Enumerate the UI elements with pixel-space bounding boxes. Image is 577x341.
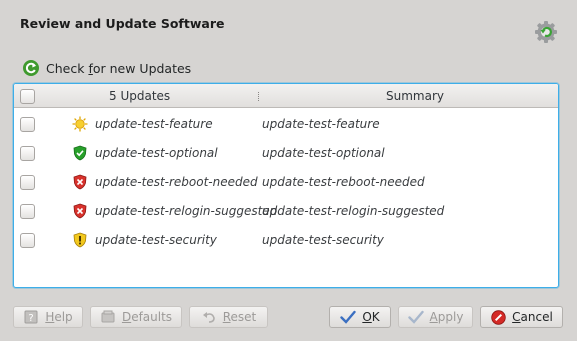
update-name: update-test-relogin-suggested <box>95 204 278 218</box>
cancel-label: Cancel <box>512 310 553 324</box>
check-for-updates-button[interactable]: Check for new Updates <box>22 58 191 78</box>
help-icon: ? <box>23 309 39 325</box>
help-label: Help <box>45 310 72 324</box>
cancel-label-accel: C <box>512 310 521 324</box>
update-summary: update-test-optional <box>262 146 385 160</box>
row-checkbox[interactable] <box>20 175 35 190</box>
column-header-updates[interactable]: 5 Updates <box>109 89 170 103</box>
help-label-rest: elp <box>54 310 73 324</box>
refresh-icon <box>23 60 39 76</box>
dialog-title: Review and Update Software <box>20 16 225 31</box>
column-header-summary[interactable]: Summary <box>386 89 444 103</box>
cancel-button[interactable]: Cancel <box>480 306 563 328</box>
ok-label-rest: K <box>371 310 380 324</box>
table-row[interactable]: update-test-relogin-suggested update-tes… <box>14 197 558 226</box>
gear-icon <box>535 21 557 43</box>
table-row[interactable]: update-test-feature update-test-feature <box>14 110 558 139</box>
ok-label: OK <box>362 310 379 324</box>
check-label-post: or new Updates <box>92 60 192 76</box>
red-shield-icon <box>73 174 87 190</box>
table-row[interactable]: update-test-optional update-test-optiona… <box>14 139 558 168</box>
updates-table: 5 Updates Summary update-test-feature up… <box>13 83 559 288</box>
apply-label-accel: A <box>429 310 438 324</box>
update-summary: update-test-security <box>262 233 384 247</box>
row-checkbox[interactable] <box>20 233 35 248</box>
defaults-label-rest: efaults <box>131 310 173 324</box>
defaults-button[interactable]: Defaults <box>90 306 182 328</box>
cancel-icon <box>490 309 506 325</box>
select-all-checkbox[interactable] <box>20 89 35 104</box>
update-summary: update-test-reboot-needed <box>262 175 425 189</box>
reset-label-rest: eset <box>230 310 257 324</box>
table-row[interactable]: update-test-security update-test-securit… <box>14 226 558 255</box>
help-button[interactable]: ? Help <box>13 306 83 328</box>
reset-label: Reset <box>223 310 257 324</box>
check-for-updates-label: Check for new Updates <box>46 61 191 76</box>
check-label-pre: Check <box>46 60 89 76</box>
svg-text:?: ? <box>29 313 34 324</box>
apply-label-rest: pply <box>437 310 464 324</box>
cancel-label-rest: ancel <box>520 310 553 324</box>
row-checkbox[interactable] <box>20 146 35 161</box>
update-name: update-test-reboot-needed <box>95 175 258 189</box>
update-name: update-test-security <box>95 233 217 247</box>
undo-icon <box>201 309 217 325</box>
settings-button[interactable] <box>533 20 559 44</box>
apply-label: Apply <box>430 310 464 324</box>
update-summary: update-test-relogin-suggested <box>262 204 445 218</box>
ok-button[interactable]: OK <box>329 306 391 328</box>
checkmark-icon <box>407 309 424 325</box>
defaults-label-accel: D <box>121 310 132 324</box>
defaults-icon <box>100 309 116 325</box>
yellow-shield-icon <box>73 232 87 248</box>
green-shield-icon <box>73 145 87 161</box>
table-row[interactable]: update-test-reboot-needed update-test-re… <box>14 168 558 197</box>
update-summary: update-test-feature <box>262 117 380 131</box>
sun-icon <box>72 116 88 132</box>
reset-label-accel: R <box>222 310 231 324</box>
row-checkbox[interactable] <box>20 204 35 219</box>
update-name: update-test-optional <box>95 146 218 160</box>
defaults-label: Defaults <box>122 310 172 324</box>
red-shield-icon <box>73 203 87 219</box>
reset-button[interactable]: Reset <box>189 306 268 328</box>
table-header: 5 Updates Summary <box>14 84 558 108</box>
update-name: update-test-feature <box>95 117 213 131</box>
ok-label-accel: O <box>362 310 372 324</box>
column-separator[interactable] <box>258 92 259 101</box>
help-label-accel: H <box>45 310 55 324</box>
checkmark-icon <box>340 309 357 325</box>
row-checkbox[interactable] <box>20 117 35 132</box>
apply-button[interactable]: Apply <box>398 306 473 328</box>
